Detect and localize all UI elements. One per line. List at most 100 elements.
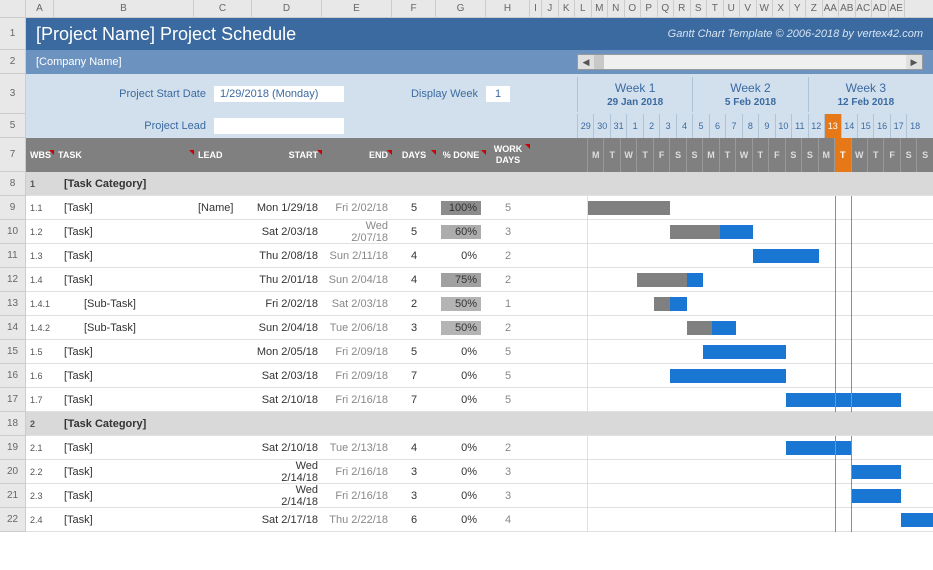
row-20[interactable]: 20 <box>0 460 26 484</box>
row-1[interactable]: 1 <box>0 18 26 50</box>
gantt-bar-done <box>588 201 670 215</box>
task-row[interactable]: 1.7[Task]Sat 2/10/18Fri 2/16/1870%5 <box>26 388 933 412</box>
today-marker <box>835 508 851 532</box>
today-marker <box>835 364 851 388</box>
col-Y[interactable]: Y <box>790 0 807 17</box>
col-W[interactable]: W <box>757 0 774 17</box>
task-row[interactable]: 1.4.2[Sub-Task]Sun 2/04/18Tue 2/06/18350… <box>26 316 933 340</box>
row-21[interactable]: 21 <box>0 484 26 508</box>
today-marker <box>835 196 851 220</box>
task-row[interactable]: 2.4[Task]Sat 2/17/18Thu 2/22/1860%4 <box>26 508 933 532</box>
col-S[interactable]: S <box>691 0 708 17</box>
task-row[interactable]: 2.3[Task]Wed 2/14/18Fri 2/16/1830%3 <box>26 484 933 508</box>
task-row[interactable]: 2.2[Task]Wed 2/14/18Fri 2/16/1830%3 <box>26 460 933 484</box>
row-18[interactable]: 18 <box>0 412 26 436</box>
col-M[interactable]: M <box>592 0 609 17</box>
row-10[interactable]: 10 <box>0 220 26 244</box>
col-O[interactable]: O <box>625 0 642 17</box>
col-P[interactable]: P <box>641 0 658 17</box>
task-row[interactable]: 1.4.1[Sub-Task]Fri 2/02/18Sat 2/03/18250… <box>26 292 933 316</box>
col-L[interactable]: L <box>575 0 592 17</box>
row-2[interactable]: 2 <box>0 50 26 74</box>
col-AB[interactable]: AB <box>839 0 856 17</box>
row-3[interactable]: 3 <box>0 74 26 114</box>
header-work: WORK DAYS <box>486 144 530 166</box>
dow-cell: T <box>719 138 735 172</box>
row-5[interactable]: 5 <box>0 114 26 138</box>
gantt-bar-done <box>670 225 719 239</box>
col-Z[interactable]: Z <box>806 0 823 17</box>
col-Q[interactable]: Q <box>658 0 675 17</box>
col-AD[interactable]: AD <box>872 0 889 17</box>
lead-input[interactable] <box>214 118 344 134</box>
col-N[interactable]: N <box>608 0 625 17</box>
col-T[interactable]: T <box>707 0 724 17</box>
task-row[interactable]: 2.1[Task]Sat 2/10/18Tue 2/13/1840%2 <box>26 436 933 460</box>
scroll-thumb[interactable] <box>594 55 604 69</box>
task-row[interactable]: 1.5[Task]Mon 2/05/18Fri 2/09/1850%5 <box>26 340 933 364</box>
row-19[interactable]: 19 <box>0 436 26 460</box>
dow-cell: T <box>834 138 850 172</box>
row-7[interactable]: 7 <box>0 138 26 172</box>
week-headers: Week 129 Jan 2018Week 25 Feb 2018Week 31… <box>577 77 923 112</box>
week-header-3: Week 312 Feb 2018 <box>808 77 923 112</box>
row-17[interactable]: 17 <box>0 388 26 412</box>
day-10: 10 <box>775 114 791 138</box>
today-marker <box>835 268 851 292</box>
col-AE[interactable]: AE <box>889 0 906 17</box>
scroll-left-icon[interactable]: ◀ <box>578 55 594 69</box>
col-X[interactable]: X <box>773 0 790 17</box>
col-E[interactable]: E <box>322 0 392 17</box>
col-R[interactable]: R <box>674 0 691 17</box>
start-date-input[interactable]: 1/29/2018 (Monday) <box>214 86 344 102</box>
company-row: [Company Name] ◀ ▶ <box>26 50 933 74</box>
row-13[interactable]: 13 <box>0 292 26 316</box>
row-14[interactable]: 14 <box>0 316 26 340</box>
task-row[interactable]: 1.2[Task]Sat 2/03/18Wed 2/07/18560%3 <box>26 220 933 244</box>
row-12[interactable]: 12 <box>0 268 26 292</box>
row-8[interactable]: 8 <box>0 172 26 196</box>
col-B[interactable]: B <box>54 0 194 17</box>
gantt-bar <box>901 513 933 527</box>
category-row[interactable]: 2[Task Category] <box>26 412 933 436</box>
col-H[interactable]: H <box>486 0 530 17</box>
gantt-cell <box>587 508 933 532</box>
row-11[interactable]: 11 <box>0 244 26 268</box>
col-D[interactable]: D <box>252 0 322 17</box>
header-days: DAYS <box>392 150 436 160</box>
col-F[interactable]: F <box>392 0 436 17</box>
col-AA[interactable]: AA <box>823 0 840 17</box>
display-week-input[interactable]: 1 <box>486 86 510 102</box>
category-row[interactable]: 1[Task Category] <box>26 172 933 196</box>
scroll-right-icon[interactable]: ▶ <box>906 55 922 69</box>
task-row[interactable]: 1.4[Task]Thu 2/01/18Sun 2/04/18475%2 <box>26 268 933 292</box>
day-6: 6 <box>709 114 725 138</box>
day-5: 5 <box>692 114 708 138</box>
col-C[interactable]: C <box>194 0 252 17</box>
week-scrollbar[interactable]: ◀ ▶ <box>577 54 923 70</box>
col-AC[interactable]: AC <box>856 0 873 17</box>
gantt-bar <box>670 369 785 383</box>
today-marker <box>835 244 851 268</box>
today-marker <box>835 292 851 316</box>
row-9[interactable]: 9 <box>0 196 26 220</box>
col-J[interactable]: J <box>542 0 559 17</box>
col-K[interactable]: K <box>559 0 576 17</box>
task-row[interactable]: 1.6[Task]Sat 2/03/18Fri 2/09/1870%5 <box>26 364 933 388</box>
col-A[interactable]: A <box>26 0 54 17</box>
row-15[interactable]: 15 <box>0 340 26 364</box>
row-16[interactable]: 16 <box>0 364 26 388</box>
dow-cell: T <box>603 138 619 172</box>
column-headers[interactable]: ABCDEFGHIJKLMNOPQRSTUVWXYZAAABACADAE <box>26 0 933 18</box>
col-I[interactable]: I <box>530 0 542 17</box>
row-22[interactable]: 22 <box>0 508 26 532</box>
day-30: 30 <box>593 114 609 138</box>
gantt-cell <box>587 220 933 244</box>
corner-cell[interactable] <box>0 0 26 18</box>
col-U[interactable]: U <box>724 0 741 17</box>
task-row[interactable]: 1.3[Task]Thu 2/08/18Sun 2/11/1840%2 <box>26 244 933 268</box>
gantt-cell <box>587 388 933 412</box>
col-G[interactable]: G <box>436 0 486 17</box>
col-V[interactable]: V <box>740 0 757 17</box>
task-row[interactable]: 1.1[Task][Name]Mon 1/29/18Fri 2/02/18510… <box>26 196 933 220</box>
